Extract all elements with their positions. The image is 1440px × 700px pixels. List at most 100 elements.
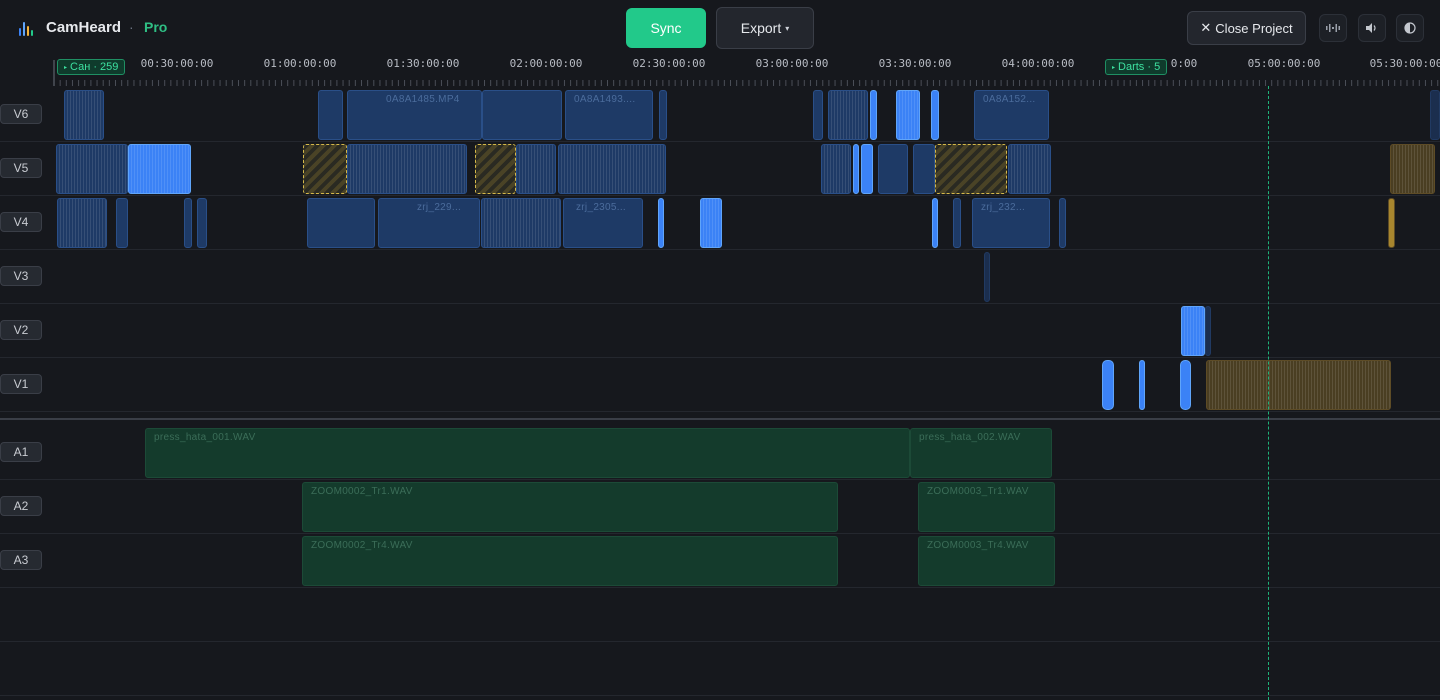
- video-clip-selected[interactable]: [1139, 360, 1145, 410]
- track-label-a3[interactable]: A3: [0, 550, 42, 570]
- close-project-button[interactable]: ✕ Close Project: [1187, 11, 1306, 45]
- video-clip-selected[interactable]: [853, 144, 859, 194]
- audio-clip[interactable]: ZOOM0002_Tr1.WAV: [302, 482, 838, 532]
- video-audio-divider[interactable]: [0, 418, 1440, 420]
- clip-name: ZOOM0002_Tr1.WAV: [311, 486, 413, 497]
- ruler-ticks: [53, 60, 1439, 86]
- clip-name: 0A8A1485.MP4: [386, 94, 460, 105]
- track-label-v2[interactable]: V2: [0, 320, 42, 340]
- video-clip[interactable]: [1205, 306, 1211, 356]
- ruler-tick-label: 01:00:00:00: [263, 57, 337, 70]
- video-clip-selected[interactable]: [896, 90, 920, 140]
- video-clip-selected[interactable]: [870, 90, 877, 140]
- video-clip[interactable]: zrj_232...: [972, 198, 1050, 248]
- audio-clip[interactable]: press_hata_001.WAV: [145, 428, 910, 478]
- track-label-a1[interactable]: A1: [0, 442, 42, 462]
- track-v5[interactable]: [0, 142, 1440, 196]
- video-clip[interactable]: [307, 198, 375, 248]
- app-name: CamHeard: [46, 19, 122, 36]
- playhead[interactable]: [1268, 86, 1269, 700]
- video-clip[interactable]: [813, 90, 823, 140]
- export-button-label: Export: [740, 20, 782, 36]
- marker-flag-icon: ▸: [64, 64, 68, 71]
- clip-name: zrj_232...: [981, 202, 1026, 213]
- theme-toggle-button[interactable]: [1396, 14, 1424, 42]
- video-clip-selected[interactable]: [700, 198, 722, 248]
- video-clip[interactable]: [197, 198, 207, 248]
- video-clip-selected[interactable]: [1181, 306, 1205, 356]
- gold-clip[interactable]: [1390, 144, 1435, 194]
- video-clip[interactable]: 0A8A152...: [974, 90, 1049, 140]
- video-clip[interactable]: [828, 90, 868, 140]
- track-label-v6[interactable]: V6: [0, 104, 42, 124]
- close-x-icon: ✕: [1200, 20, 1212, 35]
- video-clip[interactable]: 0A8A1485.MP4: [347, 90, 482, 140]
- track-label-a2[interactable]: A2: [0, 496, 42, 516]
- video-clip-selected[interactable]: [658, 198, 664, 248]
- video-clip[interactable]: [347, 144, 467, 194]
- track-v6[interactable]: [0, 88, 1440, 142]
- audio-clip[interactable]: ZOOM0002_Tr4.WAV: [302, 536, 838, 586]
- video-clip[interactable]: [558, 144, 666, 194]
- video-clip[interactable]: [878, 144, 908, 194]
- sync-button-label: Sync: [650, 20, 682, 36]
- track-empty[interactable]: [0, 642, 1440, 696]
- video-clip[interactable]: [57, 198, 107, 248]
- clip-name: zrj_2305...: [576, 202, 626, 213]
- video-clip[interactable]: [116, 198, 128, 248]
- video-clip[interactable]: [1059, 198, 1066, 248]
- track-v2[interactable]: [0, 304, 1440, 358]
- video-clip[interactable]: [953, 198, 961, 248]
- offline-clip[interactable]: [475, 144, 516, 194]
- video-clip[interactable]: 0A8A1493....: [565, 90, 653, 140]
- track-v3[interactable]: [0, 250, 1440, 304]
- offline-clip[interactable]: [303, 144, 347, 194]
- clip-name: ZOOM0003_Tr1.WAV: [927, 486, 1029, 497]
- track-label-v5[interactable]: V5: [0, 158, 42, 178]
- volume-button[interactable]: [1358, 14, 1386, 42]
- gold-clip[interactable]: [1206, 360, 1391, 410]
- sync-button[interactable]: Sync: [626, 8, 706, 48]
- timeline-ruler[interactable]: 00:30:00:00 01:00:00:00 01:30:00:00 02:0…: [0, 56, 1440, 86]
- track-label-v1[interactable]: V1: [0, 374, 42, 394]
- video-clip[interactable]: [64, 90, 104, 140]
- sync-marker[interactable]: ▸ Сан · 259: [57, 59, 126, 75]
- video-clip-selected[interactable]: [861, 144, 873, 194]
- sync-marker[interactable]: ▸ Darts · 5: [1105, 59, 1168, 75]
- contrast-icon: [1404, 22, 1416, 34]
- pro-badge: Pro: [144, 19, 168, 35]
- audio-clip[interactable]: ZOOM0003_Tr1.WAV: [918, 482, 1055, 532]
- video-clip[interactable]: [913, 144, 935, 194]
- gold-clip[interactable]: [1388, 198, 1395, 248]
- track-label-v3[interactable]: V3: [0, 266, 42, 286]
- audio-sync-button[interactable]: [1319, 14, 1347, 42]
- logo-bars-icon: [19, 20, 33, 36]
- export-button[interactable]: Export ▾: [716, 7, 814, 49]
- video-clip[interactable]: [1008, 144, 1051, 194]
- video-clip[interactable]: [481, 198, 561, 248]
- video-clip[interactable]: zrj_2305...: [563, 198, 643, 248]
- track-empty[interactable]: [0, 588, 1440, 642]
- ruler-tick-label: 03:00:00:00: [755, 57, 829, 70]
- video-clip-selected[interactable]: [931, 90, 939, 140]
- video-clip[interactable]: [482, 90, 562, 140]
- video-clip[interactable]: [318, 90, 343, 140]
- video-clip[interactable]: zrj_229...: [378, 198, 480, 248]
- video-clip-selected[interactable]: [1180, 360, 1191, 410]
- video-clip[interactable]: [659, 90, 667, 140]
- video-clip[interactable]: [56, 144, 128, 194]
- video-clip[interactable]: [1430, 90, 1440, 140]
- offline-clip[interactable]: [935, 144, 1007, 194]
- video-clip[interactable]: [821, 144, 851, 194]
- video-clip[interactable]: [184, 198, 192, 248]
- audio-clip[interactable]: ZOOM0003_Tr4.WAV: [918, 536, 1055, 586]
- video-clip[interactable]: [984, 252, 990, 302]
- video-clip[interactable]: [516, 144, 556, 194]
- video-clip-selected[interactable]: [932, 198, 938, 248]
- audio-clip[interactable]: press_hata_002.WAV: [910, 428, 1052, 478]
- track-label-v4[interactable]: V4: [0, 212, 42, 232]
- video-clip-selected[interactable]: [1102, 360, 1114, 410]
- video-clip-selected[interactable]: [128, 144, 191, 194]
- volume-icon: [1366, 23, 1376, 33]
- ruler-tick-label: 05:00:00:00: [1247, 57, 1321, 70]
